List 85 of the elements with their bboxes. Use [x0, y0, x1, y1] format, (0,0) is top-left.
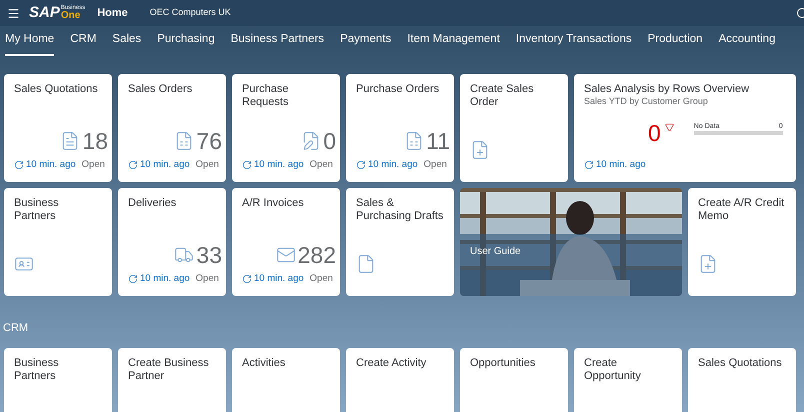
refresh-icon [356, 160, 366, 170]
tile-title: Create Activity [356, 356, 428, 370]
tile-title: Business Partners [14, 197, 60, 223]
status-label: Open [424, 158, 447, 172]
home-label[interactable]: Home [97, 4, 128, 22]
tile-title: Business Partners [14, 356, 60, 382]
refresh-time: 10 min. ago [356, 158, 418, 172]
tile-title: Purchase Orders [356, 83, 440, 96]
kpi-tile[interactable]: A/R Invoices 282 10 min. ago Open [232, 188, 340, 296]
refresh-icon [242, 160, 252, 170]
nav-tab[interactable]: Accounting [718, 30, 776, 56]
document-plus-icon [698, 254, 718, 274]
kpi-value: 33 [196, 242, 222, 268]
launch-tile[interactable]: Create A/R Credit Memo [688, 188, 796, 296]
refresh-time: 10 min. ago [128, 158, 190, 172]
launch-tile[interactable]: Business Partners [4, 188, 112, 296]
nav-tab[interactable]: Business Partners [230, 30, 324, 56]
tile-title: Sales Quotations [698, 356, 783, 370]
refresh-time: 10 min. ago [242, 272, 304, 286]
nav-tab[interactable]: Item Management [407, 30, 500, 56]
refresh-time: 10 min. ago [242, 158, 304, 172]
nav-tab[interactable]: Payments [340, 30, 392, 56]
refresh-time: 10 min. ago [128, 272, 190, 286]
tile-title: Sales Analysis by Rows Overview [584, 83, 750, 96]
tile-title: Sales & Purchasing Drafts [356, 197, 444, 223]
logo-subtext: One [60, 11, 82, 21]
status-label: Open [310, 272, 333, 286]
launch-tile[interactable]: Create Business Partner [118, 348, 226, 412]
status-label: Open [82, 158, 105, 172]
tile-title: Sales Orders [128, 83, 194, 96]
nav-tab[interactable]: CRM [70, 30, 96, 56]
kpi-value: 18 [82, 128, 108, 154]
kpi-value: 0 [323, 128, 336, 154]
tile-title: Create Sales Order [470, 83, 535, 109]
refresh-icon [14, 160, 24, 170]
launch-tile[interactable]: Create Opportunity [574, 348, 682, 412]
section-title: CRM [3, 321, 30, 336]
nav-tab[interactable]: My Home [5, 30, 54, 56]
tile-title: User Guide [470, 246, 521, 257]
nav-tab[interactable]: Inventory Transactions [516, 30, 632, 56]
nav-tab[interactable]: Purchasing [157, 30, 215, 56]
menu-icon[interactable] [7, 6, 20, 20]
refresh-icon [128, 274, 138, 284]
status-label: Open [196, 158, 219, 172]
tile-subtitle: Sales YTD by Customer Group [584, 96, 709, 107]
tile-title: A/R Invoices [242, 197, 305, 210]
company-name: OEC Computers UK [150, 6, 231, 20]
refresh-time: 10 min. ago [14, 158, 76, 172]
kpi-value: 76 [196, 128, 222, 154]
kpi-value: 0 [648, 120, 661, 146]
launch-tile[interactable]: Sales & Purchasing Drafts [346, 188, 454, 296]
status-label: Open [310, 158, 333, 172]
tile-title: Purchase Requests [242, 83, 290, 109]
kpi-tile[interactable]: Sales Quotations 18 10 min. ago Open [4, 74, 112, 182]
nav-tab[interactable]: Production [648, 30, 703, 56]
kpi-tile[interactable]: Deliveries 33 10 min. ago Open [118, 188, 226, 296]
tile-title: Deliveries [128, 197, 178, 210]
launch-tile[interactable]: Create Activity [346, 348, 454, 412]
document-plus-icon [470, 140, 490, 160]
launch-tile[interactable]: Create Sales Order [460, 74, 568, 182]
tile-title: Create A/R Credit Memo [698, 197, 786, 223]
tile-title: Create Opportunity [584, 356, 642, 382]
kpi-value: 282 [298, 242, 336, 268]
refresh-icon [128, 160, 138, 170]
user-icon[interactable] [797, 8, 804, 18]
refresh-icon [242, 274, 252, 284]
down-triangle-icon [664, 122, 674, 132]
document-icon [356, 254, 376, 274]
refresh-icon [584, 160, 594, 170]
refresh-time: 10 min. ago [584, 158, 646, 172]
kpi-value: 11 [426, 128, 450, 154]
tile-title: Opportunities [470, 356, 536, 370]
logo-text: SAP [29, 5, 60, 21]
kpi-tile[interactable]: Purchase Requests 0 10 min. ago Open [232, 74, 340, 182]
kpi-tile[interactable]: Sales Orders 76 10 min. ago Open [118, 74, 226, 182]
status-label: Open [196, 272, 219, 286]
nav-tab[interactable]: Sales [112, 30, 142, 56]
tile-title: Sales Quotations [14, 83, 99, 96]
launch-tile[interactable]: Activities [232, 348, 340, 412]
launch-tile[interactable]: Sales Quotations [688, 348, 796, 412]
tile-title: Activities [242, 356, 286, 370]
launch-tile[interactable]: Opportunities [460, 348, 568, 412]
kpi-tile[interactable]: Purchase Orders 11 10 min. ago Open [346, 74, 454, 182]
launch-tile[interactable]: Business Partners [4, 348, 112, 412]
tile-title: Create Business Partner [128, 356, 210, 382]
